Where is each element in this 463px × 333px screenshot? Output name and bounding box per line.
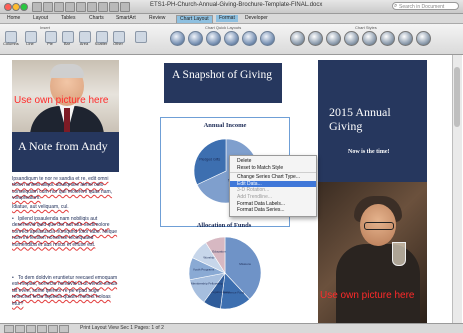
- menu-item-add-trendline: Add Trendline...: [237, 193, 273, 200]
- quick-layout-3[interactable]: [206, 31, 221, 46]
- menu-separator: [230, 172, 316, 174]
- pie-label: Worship: [203, 256, 214, 260]
- tab-home[interactable]: Home: [4, 15, 23, 22]
- quick-layout-6[interactable]: [260, 31, 275, 46]
- photo-eyeglasses: [364, 222, 394, 230]
- other-chart-label: Other: [112, 41, 123, 46]
- tab-review[interactable]: Review: [146, 15, 168, 22]
- pie-label: Missions: [239, 262, 251, 266]
- title-bar: ETS1-PH-Church-Annual-Giving-Brochure-Te…: [0, 0, 463, 14]
- zoom-icon[interactable]: [120, 2, 130, 12]
- allocation-pie[interactable]: MissionsBenevolence FundCongregation Car…: [185, 233, 265, 313]
- annual-giving-subtitle: Now is the time!: [348, 149, 390, 155]
- toolbox-icon[interactable]: [109, 2, 119, 12]
- tab-developer[interactable]: Developer: [242, 15, 271, 22]
- menu-item-3-d-rotation: 3-D Rotation...: [237, 187, 270, 194]
- document-canvas[interactable]: Use own picture here A Note from Andy Ip…: [0, 55, 463, 323]
- menu-item-edit-data[interactable]: Edit Data...: [230, 180, 316, 188]
- body-paragraph[interactable]: Ipsandiqum te nor re sandia et re, edit …: [12, 176, 119, 202]
- open-icon[interactable]: [43, 2, 53, 12]
- bullet-item[interactable]: • To dem doldvin eruntietur reecaed emoqu…: [12, 275, 119, 307]
- ribbon-tabs: Home Layout Tables Charts SmartArt Revie…: [0, 14, 463, 24]
- group-label-chart-styles: Chart Styles: [355, 25, 377, 30]
- redo-icon[interactable]: [87, 2, 97, 12]
- scroll-thumb[interactable]: [454, 67, 460, 127]
- tab-layout[interactable]: Layout: [30, 15, 51, 22]
- photo-body: [336, 244, 420, 323]
- column-chart-label: Columns: [3, 41, 19, 46]
- group-label-insert: Insert: [40, 25, 51, 30]
- line-chart-label: Line: [26, 41, 34, 46]
- note-heading-box[interactable]: A Note from Andy: [12, 132, 119, 172]
- picture-placeholder-left: Use own picture here: [14, 95, 109, 106]
- scatter-chart-label: Scatter: [94, 41, 108, 46]
- snapshot-title: A Snapshot of Giving: [172, 69, 272, 81]
- chart-style-6[interactable]: [380, 31, 395, 46]
- ribbon: Insert Chart Quick Layouts Chart Styles …: [0, 24, 463, 55]
- quick-layout-1[interactable]: [170, 31, 185, 46]
- group-label-quick-layouts: Chart Quick Layouts: [205, 25, 242, 30]
- undo-icon[interactable]: [76, 2, 86, 12]
- close-window-icon[interactable]: [4, 3, 12, 11]
- pie-label: Membership Fellowship: [191, 282, 223, 286]
- save-icon[interactable]: [54, 2, 64, 12]
- picture-placeholder-right: Use own picture here: [320, 290, 415, 301]
- chart-style-1[interactable]: [290, 31, 305, 46]
- quick-layout-2[interactable]: [188, 31, 203, 46]
- area-chart-label: Area: [79, 41, 89, 46]
- chart1-title: Annual Income: [203, 122, 247, 129]
- menu-item-format-data-labels[interactable]: Format Data Labels...: [230, 201, 316, 208]
- chart-style-2[interactable]: [308, 31, 323, 46]
- tab-tables[interactable]: Tables: [58, 15, 78, 22]
- bullet-item[interactable]: • Ipilend ipsaulenda nam nobiliqis aut de…: [12, 216, 119, 248]
- tab-smartart[interactable]: SmartArt: [113, 15, 139, 22]
- tab-chart-layout[interactable]: Chart Layout: [176, 15, 213, 23]
- pie-chart-label: Pie: [47, 41, 53, 46]
- new-document-icon[interactable]: [32, 2, 42, 12]
- chart-style-8[interactable]: [416, 31, 431, 46]
- photo-hair: [50, 64, 84, 78]
- pie-label: Education: [212, 249, 226, 253]
- menu-item-format-data-series[interactable]: Format Data Series...: [230, 207, 316, 214]
- status-text: Print Layout View Sec 1 Pages: 1 of 2: [80, 325, 164, 331]
- annual-giving-title: 2015 Annual Giving: [329, 105, 391, 133]
- zoom-window-icon[interactable]: [20, 3, 28, 11]
- quick-layout-5[interactable]: [242, 31, 257, 46]
- menu-item-delete[interactable]: Delete: [230, 158, 316, 165]
- snapshot-heading-box[interactable]: A Snapshot of Giving: [164, 63, 282, 103]
- minimize-window-icon[interactable]: [12, 3, 20, 11]
- quick-layout-4[interactable]: [224, 31, 239, 46]
- chart-style-7[interactable]: [398, 31, 413, 46]
- print-icon[interactable]: [65, 2, 75, 12]
- tab-format[interactable]: Format: [216, 15, 238, 22]
- search-icon: ⌕: [394, 3, 398, 9]
- search-placeholder: Search in Document: [399, 4, 445, 10]
- pie-label: Youth Programs: [193, 267, 215, 271]
- chart-style-5[interactable]: [362, 31, 377, 46]
- note-title: A Note from Andy: [18, 139, 108, 153]
- chart-style-3[interactable]: [326, 31, 341, 46]
- pie-label: Pledged Gifts: [199, 158, 220, 162]
- menu-item-reset-to-match-style[interactable]: Reset to Match Style: [230, 165, 316, 172]
- format-painter-icon[interactable]: [98, 2, 108, 12]
- search-input[interactable]: ⌕ Search in Document: [392, 2, 459, 10]
- bar-chart-label: Bar: [63, 41, 71, 46]
- photo-drink-glass: [392, 242, 406, 266]
- chart-context-menu: Delete Reset to Match Style Change Series …: [229, 155, 317, 217]
- annual-giving-panel[interactable]: 2015 Annual Giving Now is the time!: [318, 60, 427, 182]
- body-paragraph-short[interactable]: Idiatue, aut veliquam, cul.: [12, 204, 119, 210]
- chart2-title: Allocation of Funds: [196, 222, 252, 229]
- window-title: ETS1-PH-Church-Annual-Giving-Brochure-Te…: [150, 2, 323, 8]
- photo-tie: [64, 108, 70, 132]
- switch-plot-icon[interactable]: [135, 31, 147, 43]
- menu-item-change-series-chart-type[interactable]: Change Series Chart Type...: [230, 174, 316, 181]
- tab-charts[interactable]: Charts: [86, 15, 107, 22]
- woman-photo[interactable]: [318, 182, 427, 323]
- vertical-scrollbar[interactable]: [452, 55, 462, 323]
- chart-style-4[interactable]: [344, 31, 359, 46]
